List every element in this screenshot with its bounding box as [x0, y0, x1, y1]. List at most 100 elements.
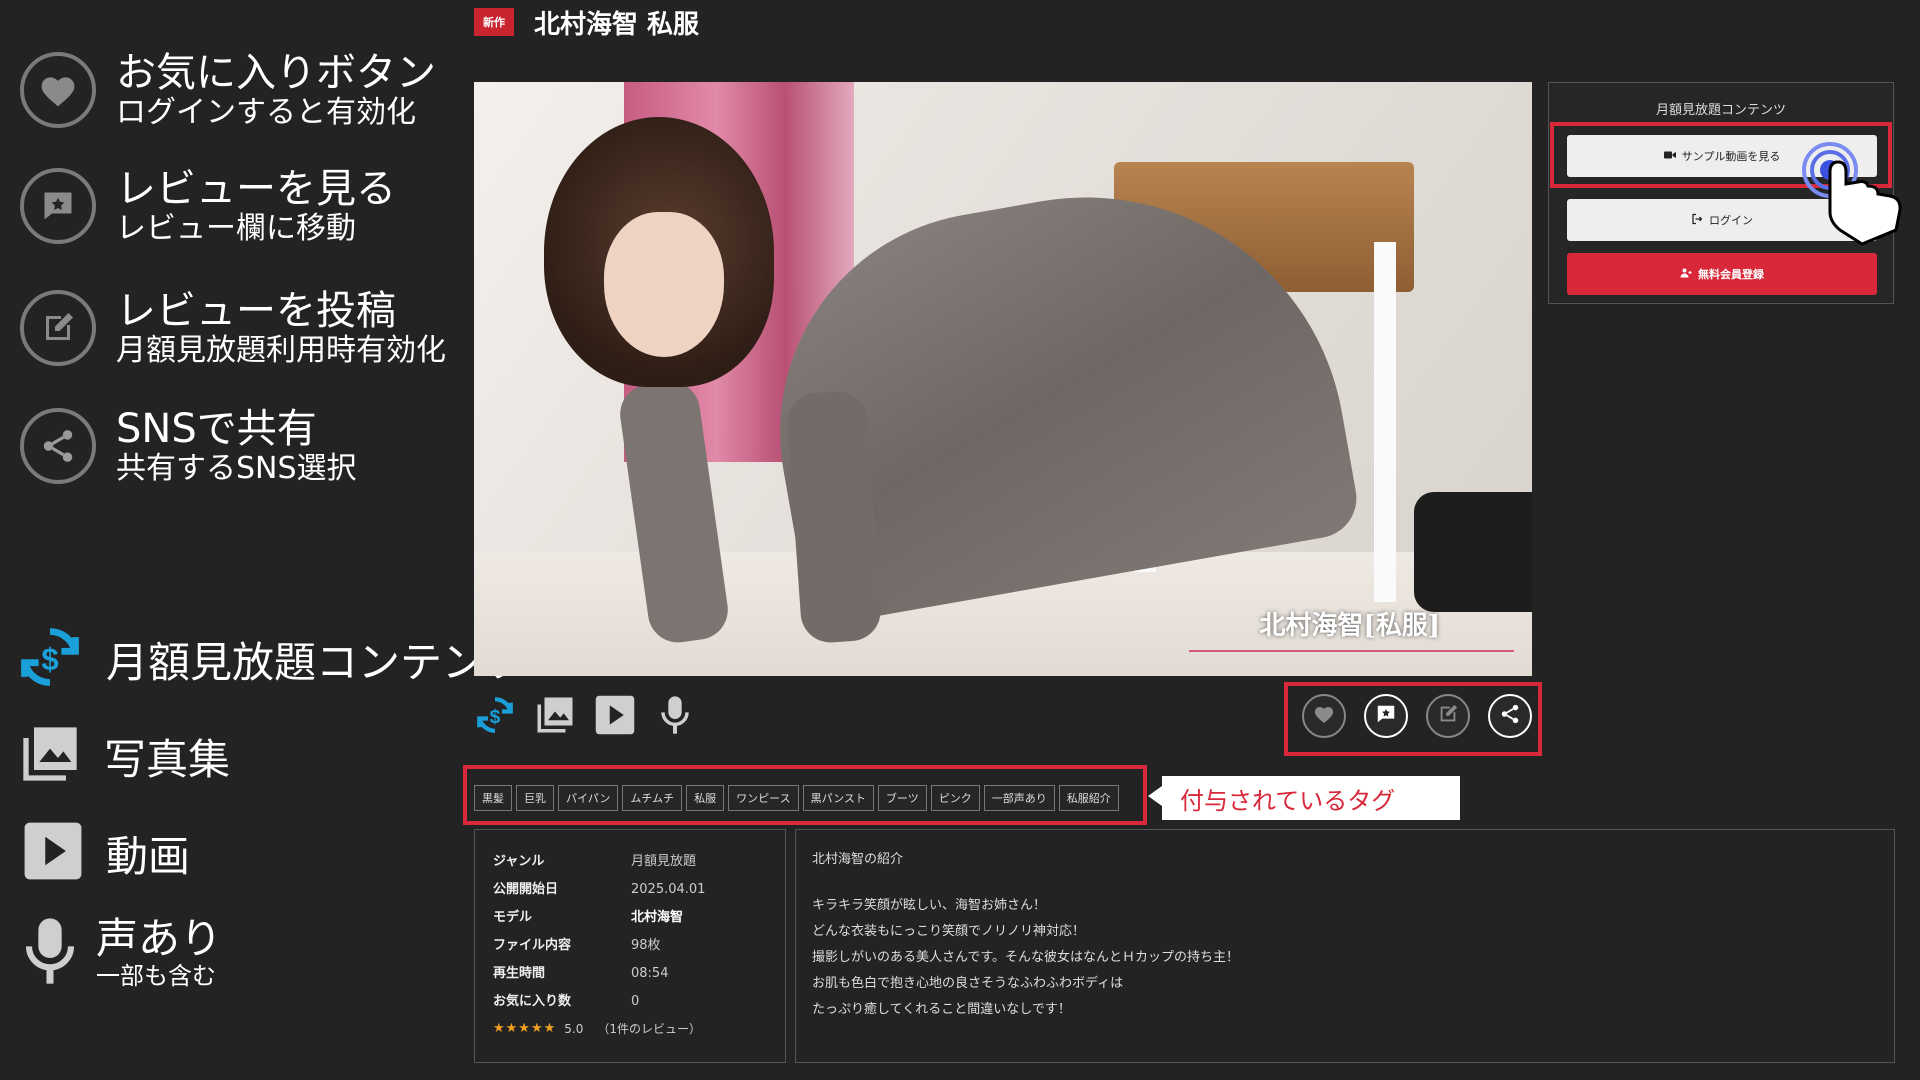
play-icon — [22, 820, 84, 886]
description-line: どんな衣装もにっこり笑顔でノリノリ神対応！ — [812, 924, 1086, 939]
legend-view-review-desc: レビュー欄に移動 — [116, 211, 356, 246]
info-label: モデル — [493, 910, 533, 925]
review-count: （1件のレビュー） — [597, 1022, 702, 1036]
tag[interactable]: ムチムチ — [622, 785, 683, 811]
microphone-icon — [654, 694, 696, 736]
legend-favorite-desc: ログインすると有効化 — [116, 95, 416, 130]
info-row-release-date: 公開開始日 2025.04.01 — [493, 876, 785, 904]
main-photo[interactable]: 北村海智[私服] — [474, 82, 1532, 676]
edit-icon — [20, 290, 96, 367]
pointer-hand-icon — [1800, 140, 1910, 254]
description-line: たっぷり癒してくれること間違いなしです！ — [812, 1002, 1071, 1017]
login-icon — [1691, 213, 1703, 228]
register-button[interactable]: 無料会員登録 — [1567, 253, 1877, 295]
info-value: 0 — [631, 994, 640, 1009]
share-button[interactable] — [1488, 694, 1532, 738]
legend-subscription-title: 月額見放題コンテンツ — [106, 637, 527, 687]
description-box: 北村海智の紹介 キラキラ笑顔が眩しい、海智お姉さん！ どんな衣装もにっこり笑顔で… — [795, 829, 1895, 1063]
login-label: ログイン — [1709, 214, 1753, 227]
tags-callout: 付与されているタグ — [1162, 776, 1460, 820]
legend-voice-title: 声あり — [96, 914, 223, 964]
rating-score: 5.0 — [564, 1022, 584, 1036]
info-row-duration: 再生時間 08:54 — [493, 960, 785, 988]
heart-icon — [20, 52, 96, 129]
content-type-icons: $ — [474, 694, 696, 736]
favorite-button[interactable] — [1302, 694, 1346, 738]
play-icon — [594, 694, 636, 736]
legend-voice: 声あり 一部も含む — [22, 914, 222, 992]
tag[interactable]: 黒髪 — [474, 785, 512, 811]
info-value: 08:54 — [631, 966, 669, 981]
user-plus-icon — [1680, 267, 1692, 282]
legend-voice-desc: 一部も含む — [96, 962, 216, 991]
share-icon — [20, 408, 96, 485]
info-label: 再生時間 — [493, 966, 546, 981]
info-label: 公開開始日 — [493, 882, 559, 897]
legend-favorite: お気に入りボタン ログインすると有効化 — [20, 50, 436, 131]
legend-share: SNSで共有 共有するSNS選択 — [20, 406, 357, 487]
tag[interactable]: パイパン — [558, 785, 619, 811]
legend-post-review-title: レビューを投稿 — [116, 288, 396, 334]
photo-gallery-icon — [534, 694, 576, 736]
legend-photos-title: 写真集 — [104, 734, 231, 784]
heart-icon — [1313, 704, 1335, 728]
rating[interactable]: ★★★★★ 5.0 （1件のレビュー） — [493, 1016, 785, 1042]
info-row-model: モデル 北村海智 — [493, 904, 785, 932]
post-review-button[interactable] — [1426, 694, 1470, 738]
info-row-genre: ジャンル 月額見放題 — [493, 848, 785, 876]
legend-subscription: $ 月額見放題コンテンツ — [16, 622, 526, 696]
info-label: ファイル内容 — [493, 938, 572, 953]
tag[interactable]: ピンク — [930, 785, 980, 811]
legend-post-review-desc: 月額見放題利用時有効化 — [116, 333, 446, 368]
subscription-panel-title: 月額見放題コンテンツ — [1655, 103, 1786, 118]
svg-text:$: $ — [41, 642, 58, 677]
info-label: ジャンル — [493, 854, 545, 869]
info-box: ジャンル 月額見放題 公開開始日 2025.04.01 モデル 北村海智 ファイ… — [474, 829, 786, 1063]
tag[interactable]: 私服 — [686, 785, 725, 811]
register-label: 無料会員登録 — [1698, 268, 1764, 281]
subscription-icon: $ — [16, 622, 84, 696]
info-row-file-content: ファイル内容 98枚 — [493, 932, 785, 960]
tag[interactable]: 一部声あり — [983, 785, 1055, 811]
description-line: キラキラ笑顔が眩しい、海智お姉さん！ — [812, 898, 1047, 913]
page-title: 北村海智 私服 — [534, 10, 700, 40]
svg-text:$: $ — [490, 707, 501, 728]
description-line: 撮影しがいのある美人さんです。そんな彼女はなんとＨカップの持ち主！ — [812, 950, 1240, 965]
tag[interactable]: ワンピース — [728, 785, 799, 811]
info-label: お気に入り数 — [493, 994, 572, 1009]
legend-post-review: レビューを投稿 月額見放題利用時有効化 — [20, 288, 446, 369]
legend-share-title: SNSで共有 — [116, 406, 317, 452]
tag[interactable]: 巨乳 — [516, 785, 554, 811]
new-badge: 新作 — [474, 8, 514, 36]
edit-icon — [1437, 703, 1459, 729]
legend-video-title: 動画 — [106, 831, 191, 881]
photo-caption: 北村海智[私服] — [1259, 611, 1440, 641]
legend-video: 動画 — [22, 820, 190, 886]
info-value: 98枚 — [631, 938, 661, 953]
description-heading: 北村海智の紹介 — [812, 852, 904, 867]
action-buttons — [1302, 694, 1532, 738]
callout-arrow — [1148, 786, 1162, 806]
tag[interactable]: 黒パンスト — [802, 785, 874, 811]
photo-gallery-icon — [18, 722, 82, 790]
subscription-icon: $ — [474, 694, 516, 736]
tag-list: 黒髪 巨乳 パイパン ムチムチ 私服 ワンピース 黒パンスト ブーツ ピンク 一… — [474, 785, 1119, 811]
info-row-favorites: お気に入り数 0 — [493, 988, 785, 1016]
legend-photos: 写真集 — [18, 722, 230, 790]
description-line: お肌も色白で抱き心地の良さそうなふわふわボディは — [812, 976, 1124, 991]
review-bubble-icon — [20, 168, 96, 245]
share-icon — [1499, 703, 1521, 729]
microphone-icon — [22, 914, 78, 992]
info-value: 月額見放題 — [631, 854, 697, 869]
legend-favorite-title: お気に入りボタン — [116, 50, 436, 96]
star-rating-icon: ★★★★★ — [493, 1021, 557, 1036]
tag[interactable]: ブーツ — [877, 785, 927, 811]
review-bubble-icon — [1375, 703, 1397, 729]
legend-share-desc: 共有するSNS選択 — [116, 451, 357, 486]
view-review-button[interactable] — [1364, 694, 1408, 738]
legend-view-review: レビューを見る レビュー欄に移動 — [20, 166, 396, 247]
model-link[interactable]: 北村海智 — [631, 904, 683, 932]
legend-view-review-title: レビューを見る — [116, 166, 396, 212]
info-value: 2025.04.01 — [631, 882, 706, 897]
tag[interactable]: 私服紹介 — [1058, 785, 1119, 811]
